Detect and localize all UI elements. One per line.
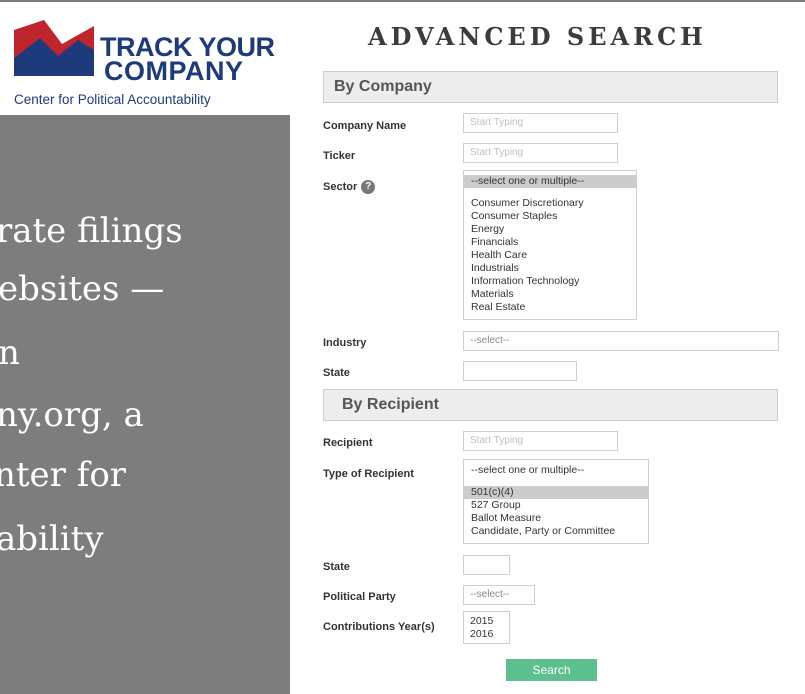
political-party-label: Political Party [323,591,396,603]
sector-option[interactable]: Health Care [464,249,636,262]
side-text-line: ny.org, a [0,395,144,435]
type-option-spacer [464,477,648,486]
section-header-by-recipient: By Recipient [323,389,778,421]
sector-label: Sector? [323,180,376,194]
year-option[interactable]: 2016 [464,628,509,641]
side-text-panel: rate filings ebsites — n ny.org, a nter … [0,115,290,694]
sector-option[interactable]: Financials [464,236,636,249]
help-icon[interactable]: ? [361,180,376,194]
recipient-state-select[interactable] [463,555,510,575]
industry-label: Industry [323,337,367,349]
company-name-label: Company Name [323,120,407,132]
side-text-line: ability [0,519,104,559]
search-button[interactable]: Search [506,659,597,681]
logo-subtitle: Center for Political Accountability [14,92,211,107]
recipient-label: Recipient [323,437,373,449]
state-select[interactable] [463,361,577,381]
logo-text-line2: COMPANY [104,56,244,86]
mountain-logo-icon [14,16,94,76]
type-option[interactable]: 527 Group [464,499,648,512]
sector-option[interactable]: Real Estate [464,301,636,314]
side-text-line: nter for [0,455,127,495]
ticker-input[interactable]: Start Typing [463,143,618,163]
contributions-years-multiselect[interactable]: 2015 2016 [463,611,510,644]
sector-option[interactable]: Energy [464,223,636,236]
company-name-input[interactable]: Start Typing [463,113,618,133]
sector-option[interactable]: --select one or multiple-- [464,175,636,188]
side-text-line: ebsites — [0,269,165,309]
sector-option[interactable]: Consumer Staples [464,210,636,223]
ticker-label: Ticker [323,150,356,162]
sector-option[interactable]: Materials [464,288,636,301]
political-party-select[interactable]: --select-- [463,585,535,605]
type-of-recipient-multiselect[interactable]: --select one or multiple-- 501(c)(4) 527… [463,459,649,544]
type-of-recipient-label: Type of Recipient [323,468,414,480]
section-header-by-company: By Company [323,71,778,103]
side-text-line: n [0,333,20,373]
section-heading: By Recipient [342,396,439,413]
sector-option[interactable]: Information Technology [464,275,636,288]
recipient-input[interactable]: Start Typing [463,431,618,451]
recipient-state-label: State [323,561,350,573]
sector-option-spacer [464,188,636,197]
type-option[interactable]: Candidate, Party or Committee [464,525,648,538]
sector-option[interactable]: Industrials [464,262,636,275]
contributions-years-label: Contributions Year(s) [323,621,435,633]
year-option[interactable]: 2015 [464,615,509,628]
type-option[interactable]: Ballot Measure [464,512,648,525]
side-text-line: rate filings [0,211,183,251]
type-option[interactable]: --select one or multiple-- [464,464,648,477]
track-your-company-logo: TRACK YOUR COMPANY Center for Political … [8,12,278,112]
page-title: ADVANCED SEARCH [368,22,707,51]
top-border [0,0,805,2]
sector-label-text: Sector [323,180,358,193]
sector-multiselect[interactable]: --select one or multiple-- Consumer Disc… [463,170,637,320]
sector-option[interactable]: Consumer Discretionary [464,197,636,210]
state-label: State [323,367,350,379]
section-heading: By Company [334,78,432,95]
industry-select[interactable]: --select-- [463,331,779,351]
type-option[interactable]: 501(c)(4) [464,486,648,499]
